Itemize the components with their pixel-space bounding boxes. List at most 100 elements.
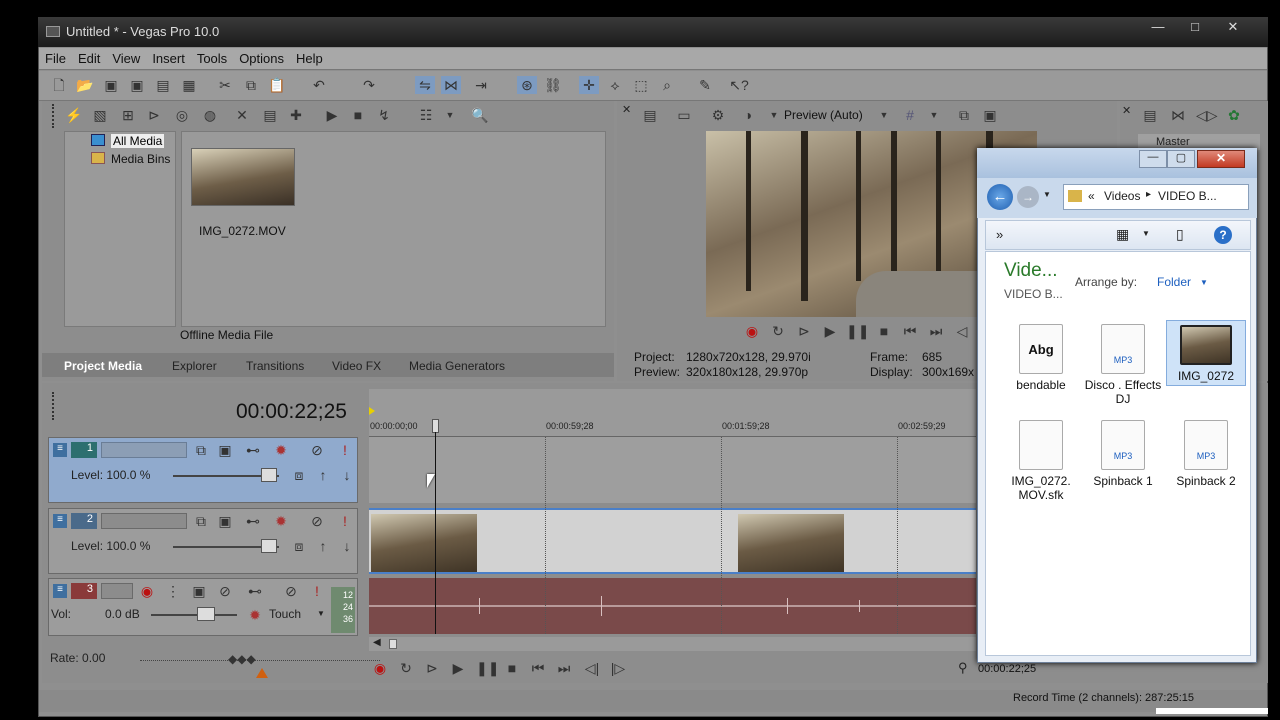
track-lane-1[interactable]	[369, 437, 976, 503]
stop-icon[interactable]: ■	[502, 659, 522, 677]
track-header-2[interactable]: ≡ 2 ⧉ ▣ ⊷ ✹ ⊘ ! Level: 100.0 % ⧈ ↑ ↓	[48, 508, 358, 574]
pause-icon[interactable]: ❚❚	[476, 659, 499, 677]
whats-this-help-icon[interactable]: ↖?	[729, 76, 749, 94]
preview-quality-select[interactable]: Preview (Auto)	[784, 108, 863, 122]
solo-icon[interactable]: !	[335, 512, 355, 530]
preview-pane-icon[interactable]: ▯	[1176, 226, 1184, 243]
tree-item-media-bins[interactable]: Media Bins	[111, 152, 170, 166]
file-item[interactable]: Abg bendable	[1001, 324, 1081, 392]
compositing-mode-icon[interactable]: ⊷	[243, 512, 263, 530]
overlays-dropdown-icon[interactable]: ▼	[924, 106, 944, 124]
undo-icon[interactable]: ↶	[309, 76, 329, 94]
automation-dropdown-icon[interactable]: ▼	[317, 609, 325, 618]
scroll-thumb[interactable]	[389, 639, 397, 649]
capture-icon[interactable]: ▧	[90, 106, 110, 124]
automation-mode-select[interactable]: Touch	[269, 607, 301, 621]
timeline-scrollbar[interactable]: ◀	[369, 637, 976, 651]
external-monitor-icon[interactable]: ▭	[674, 106, 694, 124]
media-properties-icon[interactable]: ▤	[260, 106, 280, 124]
dim-output-icon[interactable]: ◁▷	[1196, 106, 1218, 124]
track-collapse-icon[interactable]: ≡	[53, 584, 67, 598]
track-motion-icon[interactable]: ⧉	[191, 512, 211, 530]
views-icon[interactable]: ☷	[416, 106, 436, 124]
play-icon[interactable]: ▶	[820, 322, 840, 340]
close-button[interactable]: ✕	[1218, 17, 1248, 37]
file-item-selected[interactable]: IMG_0272	[1166, 320, 1246, 386]
stop-media-icon[interactable]: ■	[348, 106, 368, 124]
go-to-end-icon[interactable]: ⏭	[554, 659, 574, 677]
prev-frame-icon[interactable]: ◁|	[582, 659, 602, 677]
forward-icon[interactable]: →	[1017, 186, 1039, 208]
properties-icon[interactable]: ▦	[179, 76, 199, 94]
track-motion-icon[interactable]: ⧉	[191, 441, 211, 459]
play-media-icon[interactable]: ▶	[322, 106, 342, 124]
go-to-start-icon[interactable]: ⏮	[528, 659, 548, 677]
views-dropdown-icon[interactable]: ▼	[440, 106, 460, 124]
prev-frame-icon[interactable]: ◁	[952, 322, 972, 340]
move-up-icon[interactable]: ↑	[313, 537, 333, 555]
ignore-grouping-icon[interactable]: ⛓	[543, 76, 563, 94]
arrange-dropdown-icon[interactable]: ▼	[1200, 278, 1208, 287]
file-item[interactable]: MP3 Disco . Effects DJ	[1083, 324, 1163, 406]
record-icon[interactable]: ◉	[370, 659, 390, 677]
arrange-select[interactable]: Folder	[1157, 275, 1191, 289]
preview-properties-icon[interactable]: ▤	[640, 106, 660, 124]
quality-dropdown-icon[interactable]: ▼	[874, 106, 894, 124]
normal-edit-tool-icon[interactable]: ✛	[579, 76, 599, 94]
new-icon[interactable]: 🗋	[49, 76, 69, 94]
tab-explorer[interactable]: Explorer	[166, 357, 223, 375]
media-filename[interactable]: IMG_0272.MOV	[199, 224, 286, 238]
remove-media-icon[interactable]: ✕	[232, 106, 252, 124]
auto-crossfade-icon[interactable]: ⋈	[441, 76, 461, 94]
video-clip[interactable]	[371, 514, 477, 572]
audio-fx-icon[interactable]: ⋮	[163, 582, 183, 600]
play-from-start-icon[interactable]: ⊳	[422, 659, 442, 677]
input-monitor-icon[interactable]: ▣	[189, 582, 209, 600]
extract-audio-icon[interactable]: ⊳	[144, 106, 164, 124]
media-fx-icon[interactable]: ✚	[286, 106, 306, 124]
play-from-start-icon[interactable]: ⊳	[794, 322, 814, 340]
track-lane-3[interactable]	[369, 578, 976, 634]
change-view-icon[interactable]: ▦	[1116, 226, 1129, 243]
maximize-button[interactable]: □	[1180, 17, 1210, 37]
view-dropdown-icon[interactable]: ▼	[1142, 229, 1150, 238]
pause-icon[interactable]: ❚❚	[846, 322, 869, 340]
volume-slider-thumb[interactable]	[197, 607, 215, 621]
video-clip[interactable]	[738, 514, 844, 572]
explorer-maximize-button[interactable]: ▢	[1167, 150, 1195, 168]
auto-ripple-icon[interactable]: ⇥	[471, 76, 491, 94]
open-icon[interactable]: 📂	[75, 76, 95, 94]
downmix-icon[interactable]: ⋈	[1168, 106, 1188, 124]
track-name-field[interactable]	[101, 513, 187, 529]
breadcrumb-videos[interactable]: Videos	[1104, 189, 1140, 203]
loop-icon[interactable]: ↻	[768, 322, 788, 340]
get-media-icon[interactable]: ⊞	[118, 106, 138, 124]
explorer-close-button[interactable]: ✕	[1197, 150, 1245, 168]
mute-icon[interactable]: ⊘	[307, 512, 327, 530]
zoom-tool-icon[interactable]: ⌕	[657, 76, 677, 94]
history-dropdown-icon[interactable]: ▼	[1043, 190, 1051, 199]
breadcrumb-overflow[interactable]: «	[1088, 189, 1095, 203]
selection-tool-icon[interactable]: ⬚	[631, 76, 651, 94]
menu-edit[interactable]: Edit	[72, 48, 106, 69]
command-overflow[interactable]: »	[996, 227, 1003, 242]
play-icon[interactable]: ▶	[448, 659, 468, 677]
track-fx-chain-icon[interactable]: ⧈	[289, 466, 309, 484]
playhead-handle[interactable]	[432, 419, 439, 433]
arm-record-icon[interactable]: ◉	[137, 582, 157, 600]
cut-icon[interactable]: ✂	[215, 76, 235, 94]
rate-slider[interactable]	[140, 660, 380, 661]
timeline-grip-icon[interactable]	[52, 392, 55, 420]
track-fx-icon[interactable]: ▣	[215, 441, 235, 459]
track-fx-chain-icon[interactable]: ⧈	[289, 537, 309, 555]
file-item[interactable]: MP3 Spinback 1	[1083, 420, 1163, 488]
save-as-icon[interactable]: ▣	[127, 76, 147, 94]
track-name-field[interactable]	[101, 583, 133, 599]
menu-file[interactable]: File	[39, 48, 72, 69]
parent-motion-icon[interactable]: ✹	[271, 512, 291, 530]
mute-icon[interactable]: ⊘	[281, 582, 301, 600]
menu-insert[interactable]: Insert	[146, 48, 191, 69]
track-collapse-icon[interactable]: ≡	[53, 443, 67, 457]
copy-snapshot-icon[interactable]: ⧉	[954, 106, 974, 124]
move-down-icon[interactable]: ↓	[337, 466, 357, 484]
